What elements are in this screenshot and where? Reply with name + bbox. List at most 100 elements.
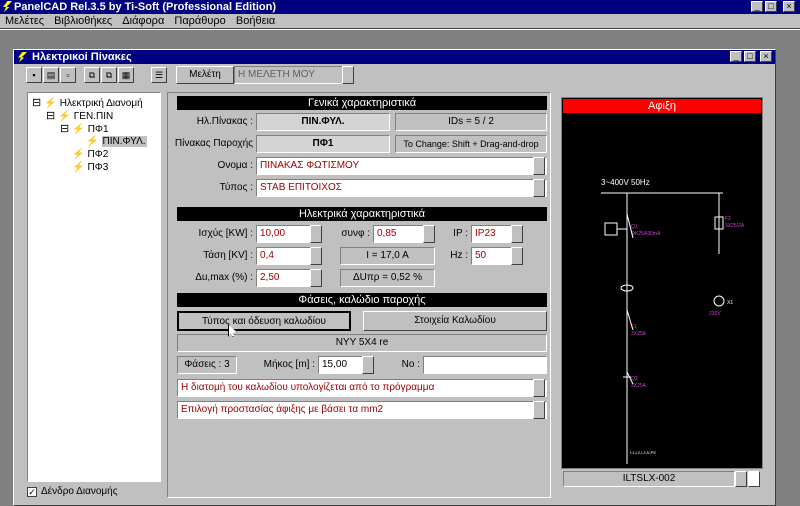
grid-icon[interactable]: ▦ <box>118 67 134 83</box>
supply-value: ΠΦ1 <box>256 135 390 153</box>
ip-label: IP : <box>453 228 468 239</box>
cable-value: NYY 5X4 re <box>177 334 547 352</box>
current-value: I = 17,0 A <box>340 247 435 265</box>
fu1-spec: 3X25/2A <box>725 223 745 229</box>
window-titlebar: Ηλεκτρικοί Πίνακες <box>14 50 775 64</box>
protection-dropdown[interactable]: Επιλογή προστασίας άφιξης με βάσει τα mm… <box>177 401 547 419</box>
panels-window: Ηλεκτρικοί Πίνακες _ □ × ▪ ▤ ▫ ⧉ ⧉ ▦ ☰ Μ… <box>13 49 776 506</box>
tree-label: ΠΙΝ.ΦΥΛ. <box>101 136 147 147</box>
diagram-scroll-button[interactable] <box>735 471 747 487</box>
app-maximize-button[interactable]: □ <box>765 1 777 12</box>
cos-spin[interactable] <box>423 225 435 243</box>
menubar-divider <box>0 28 800 30</box>
tree-label: ΠΦ1 <box>87 124 109 135</box>
power-spin[interactable] <box>310 225 322 243</box>
tree-label: Ηλεκτρική Διανομή <box>59 98 143 109</box>
save-icon[interactable]: ▪ <box>26 67 42 83</box>
no-label: No : <box>401 359 420 370</box>
menu-item[interactable]: Βιβλιοθήκες <box>54 15 112 27</box>
paste-icon[interactable]: ⧉ <box>101 67 117 83</box>
cable-data-button[interactable]: Στοιχεία Καλωδίου <box>363 311 547 331</box>
tree-node-root[interactable]: ⊟ ⚡ Ηλεκτρική Διανομή <box>32 96 143 109</box>
panel-label: Ηλ.Πίνακας : <box>196 116 253 127</box>
diagram-scroll-end[interactable] <box>748 471 760 487</box>
lamp-symbol <box>713 295 725 307</box>
hz-spin[interactable] <box>511 247 523 265</box>
rcd-symbol <box>604 222 618 236</box>
length-label: Μήκος [m] : <box>263 359 315 370</box>
general-header: Γενικά χαρακτηριστικά <box>177 96 547 110</box>
panel-value: ΠΙΝ.ΦΥΛ. <box>256 113 390 131</box>
power-label: Ισχύς [KW] : <box>198 228 254 239</box>
menu-item[interactable]: Μελέτες <box>5 15 44 27</box>
section-calc-dropdown[interactable]: Η διατομή του καλωδίου υπολογίζεται από … <box>177 379 547 397</box>
hz-label: Hz : <box>450 250 468 261</box>
length-spin[interactable] <box>362 356 374 374</box>
section-calc-arrow[interactable] <box>533 379 545 397</box>
study-field[interactable]: Η ΜΕΛΕΤΗ ΜΟΥ <box>234 66 354 84</box>
preview-icon[interactable]: ▫ <box>60 67 76 83</box>
window-minimize-button[interactable]: _ <box>730 51 742 62</box>
list-icon[interactable]: ☰ <box>151 67 167 83</box>
du-spin[interactable] <box>310 269 322 287</box>
study-spin[interactable] <box>342 66 354 84</box>
type-label: Τύπος : <box>219 182 253 193</box>
tree-node-pin-fyl[interactable]: ⚡ ΠΙΝ.ΦΥΛ. <box>86 135 147 147</box>
app-titlebar: PanelCAD Rel.3.5 by Ti-Soft (Professiona… <box>0 0 800 14</box>
voltage-label: Τάση [KV] : <box>203 250 253 261</box>
window-title: Ηλεκτρικοί Πίνακες <box>32 51 132 63</box>
cos-label: συνφ : <box>341 228 370 239</box>
menu-item[interactable]: Παράθυρο <box>174 15 225 27</box>
q2-spec: 3X25A <box>631 383 647 389</box>
tree-label: ΠΦ3 <box>87 162 109 173</box>
cable-type-button[interactable]: Τύπος και όδευση καλωδίου <box>177 311 351 331</box>
study-label: Μελέτη <box>189 69 221 80</box>
name-dropdown[interactable] <box>533 157 545 175</box>
study-value: Η ΜΕΛΕΤΗ ΜΟΥ <box>238 69 315 80</box>
type-dropdown[interactable] <box>533 179 545 197</box>
tree-label: ΠΦ2 <box>87 149 109 160</box>
f1-spec: 3X25A <box>631 331 647 337</box>
supply-label: Πίνακας Παροχής <box>174 138 253 149</box>
tree-checkbox[interactable]: ✓ <box>27 487 37 497</box>
x1-label: X1 <box>727 300 733 306</box>
x1-spec: 230V <box>709 311 721 317</box>
change-hint: To Change: Shift + Drag-and-drop <box>395 135 547 153</box>
protection-arrow[interactable] <box>533 401 545 419</box>
cable-code: L1,L2,L3,N,PE <box>630 450 656 455</box>
app-minimize-button[interactable]: _ <box>751 1 763 12</box>
distribution-tree[interactable]: ⊟ ⚡ Ηλεκτρική Διανομή ⊟ ⚡ ΓΕΝ.ΠΙΝ ⊟ ⚡ ΠΦ… <box>27 92 161 482</box>
tree-checkbox-label: Δένδρο Διανομής <box>41 486 118 497</box>
app-title: PanelCAD Rel.3.5 by Ti-Soft (Professiona… <box>14 1 277 13</box>
single-line-diagram: 3~400V 50Hz Q1 ΦΚ25A30mA F1 3X25A Q2 3X2… <box>601 178 745 464</box>
tree-node-pf2[interactable]: ⚡ ΠΦ2 <box>72 148 108 160</box>
q1-label: Q1 <box>631 224 638 230</box>
name-field[interactable]: ΠΙΝΑΚΑΣ ΦΩΤΙΣΜΟΥ <box>256 157 547 175</box>
tree-label: ΓΕΝ.ΠΙΝ <box>73 111 114 122</box>
tree-node-pf1[interactable]: ⊟ ⚡ ΠΦ1 <box>60 122 109 135</box>
copy-icon[interactable]: ⧉ <box>84 67 100 83</box>
switch-symbol <box>626 309 634 331</box>
tree-node-gen[interactable]: ⊟ ⚡ ΓΕΝ.ΠΙΝ <box>46 109 113 122</box>
window-close-button[interactable]: × <box>760 51 772 62</box>
ip-spin[interactable] <box>511 225 523 243</box>
q1-spec: ΦΚ25A30mA <box>631 231 661 237</box>
dupr-value: ΔUπρ = 0,52 % <box>340 269 435 287</box>
ids-value: IDs = 5 / 2 <box>395 113 547 131</box>
no-field[interactable] <box>423 356 547 374</box>
window-maximize-button[interactable]: □ <box>744 51 756 62</box>
voltage-spin[interactable] <box>310 247 322 265</box>
fu1-label: F2 <box>725 216 731 222</box>
phases-header: Φάσεις, καλώδιο παροχής <box>177 293 547 307</box>
type-field[interactable]: STAB ΕΠΙΤΟΙΧΟΣ <box>256 179 547 197</box>
tree-node-pf3[interactable]: ⚡ ΠΦ3 <box>72 161 108 173</box>
diagram-supply: 3~400V 50Hz <box>601 178 650 187</box>
app-close-button[interactable]: × <box>783 1 795 12</box>
diagram-header: Αφιξη <box>563 99 761 113</box>
menu-item[interactable]: Βοήθεια <box>236 15 275 27</box>
name-label: Ονομα : <box>217 160 253 171</box>
print-icon[interactable]: ▤ <box>43 67 59 83</box>
phases-count: Φάσεις : 3 <box>177 356 237 374</box>
menu-item[interactable]: Διάφορα <box>122 15 164 27</box>
study-button[interactable]: Μελέτη <box>176 66 234 84</box>
